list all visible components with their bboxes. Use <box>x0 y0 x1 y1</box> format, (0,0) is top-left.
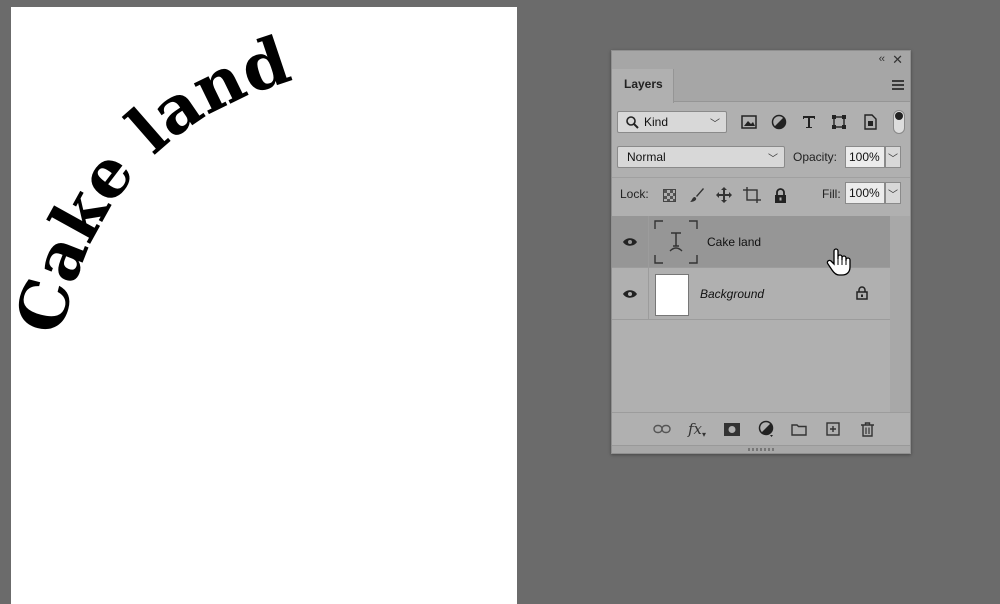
new-group-icon[interactable] <box>789 420 809 438</box>
canvas-document[interactable]: Cake land <box>11 7 517 604</box>
blend-mode-select[interactable]: Normal ﹀ <box>617 146 785 168</box>
adjustment-filter-icon[interactable] <box>770 113 788 131</box>
eye-icon <box>623 290 637 298</box>
new-layer-icon[interactable] <box>823 420 843 438</box>
delete-layer-icon[interactable] <box>857 420 877 438</box>
visibility-toggle[interactable] <box>612 268 649 320</box>
filter-kind-label: Kind <box>644 115 669 129</box>
filter-toggle-switch[interactable] <box>893 110 905 134</box>
link-layers-icon[interactable] <box>652 420 672 438</box>
type-filter-icon[interactable] <box>800 113 818 131</box>
layer-row-text[interactable]: Cake land <box>612 216 890 276</box>
adjustment-layer-icon[interactable] <box>757 420 777 438</box>
lock-position-icon[interactable] <box>715 186 733 204</box>
lock-all-icon[interactable] <box>771 186 789 204</box>
blend-row: Normal ﹀ Opacity: 100% ﹀ <box>612 142 910 177</box>
lock-icon[interactable] <box>856 286 868 305</box>
filter-kind-select[interactable]: Kind ﹀ <box>617 111 727 133</box>
panel-tabs: Layers <box>612 69 910 103</box>
double-chevron-left-icon[interactable]: ‹‹ <box>879 53 885 65</box>
smart-object-filter-icon[interactable] <box>861 113 879 131</box>
fill-label: Fill: <box>822 187 841 201</box>
warped-text-art: Cake land <box>11 21 299 341</box>
lock-transparent-icon[interactable] <box>660 186 678 204</box>
fill-field[interactable]: 100% <box>845 182 885 204</box>
canvas-text-path: Cake land <box>11 21 299 341</box>
layer-row-background[interactable]: Background <box>612 268 890 320</box>
background-layer-thumbnail <box>655 274 689 316</box>
canvas-text: Cake land <box>11 21 299 341</box>
fill-dropdown-button[interactable]: ﹀ <box>885 182 901 204</box>
chevron-down-icon: ﹀ <box>710 119 720 130</box>
shape-filter-icon[interactable] <box>830 113 848 131</box>
fx-label: fx <box>687 420 702 438</box>
layers-bottom-bar: fx ▾ <box>612 412 910 445</box>
chevron-down-icon: ﹀ <box>768 154 778 165</box>
lock-row: Lock: Fill: 100% ﹀ <box>612 177 910 212</box>
layer-name[interactable]: Background <box>700 287 764 301</box>
opacity-field[interactable]: 100% <box>845 146 885 168</box>
layers-panel: ‹‹ ✕ Layers Kind ﹀ Normal ﹀ Opacity: 100… <box>611 50 911 454</box>
hamburger-menu-icon[interactable] <box>892 80 904 90</box>
layers-scrollbar[interactable] <box>890 216 910 412</box>
lock-label: Lock: <box>620 187 649 201</box>
opacity-label: Opacity: <box>793 150 838 164</box>
close-icon[interactable]: ✕ <box>892 52 903 68</box>
fx-icon[interactable]: fx ▾ <box>687 420 707 439</box>
layer-name[interactable]: Cake land <box>707 235 761 249</box>
lock-artboard-icon[interactable] <box>743 186 761 204</box>
opacity-dropdown-button[interactable]: ﹀ <box>885 146 901 168</box>
eye-icon <box>623 238 637 246</box>
layer-mask-icon[interactable] <box>722 420 742 438</box>
text-layer-thumbnail-icon <box>653 219 699 265</box>
panel-resize-grip[interactable] <box>612 445 910 453</box>
tab-layers[interactable]: Layers <box>612 69 674 103</box>
lock-paint-icon[interactable] <box>688 186 706 204</box>
layers-list: Cake land Background <box>612 216 890 412</box>
visibility-toggle[interactable] <box>612 216 649 268</box>
blend-mode-value: Normal <box>627 150 666 164</box>
filter-row: Kind ﹀ <box>612 107 910 142</box>
image-filter-icon[interactable] <box>740 113 758 131</box>
panel-titlebar[interactable]: ‹‹ ✕ <box>612 51 910 69</box>
search-icon <box>626 116 639 132</box>
